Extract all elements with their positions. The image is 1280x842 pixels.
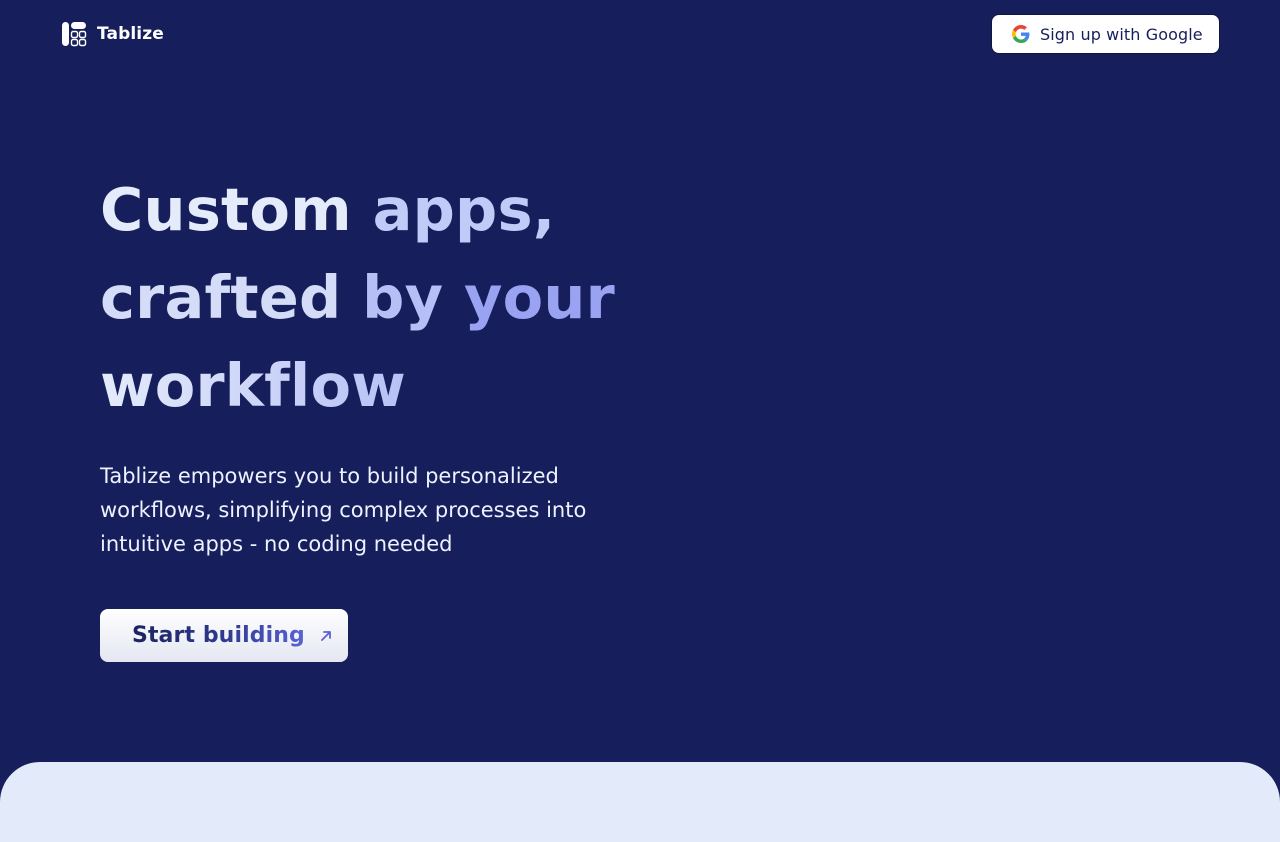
start-building-button[interactable]: Start building <box>100 609 348 662</box>
title-part-crafted: crafted <box>100 263 363 332</box>
title-part-workflow: workflow <box>100 351 406 420</box>
brand-name: Tablize <box>97 24 164 44</box>
google-icon <box>1012 25 1030 43</box>
title-part-apps: apps, <box>372 175 556 244</box>
features-panel <box>0 762 1280 842</box>
arrow-up-right-icon <box>320 630 331 641</box>
title-part-by: by <box>362 263 464 332</box>
title-part-your: your <box>464 263 615 332</box>
tablize-logo-icon <box>62 22 87 47</box>
start-building-label: Start building <box>132 623 305 648</box>
signup-google-label: Sign up with Google <box>1040 24 1203 44</box>
hero-subtitle: Tablize empowers you to build personaliz… <box>100 464 587 556</box>
site-header: Tablize Sign up with Google <box>0 0 1280 68</box>
brand-logo[interactable]: Tablize <box>61 21 164 47</box>
title-part-custom: Custom <box>100 175 373 244</box>
signup-google-button[interactable]: Sign up with Google <box>991 14 1220 54</box>
hero-title: Custom apps, crafted by your workflow <box>100 166 720 430</box>
